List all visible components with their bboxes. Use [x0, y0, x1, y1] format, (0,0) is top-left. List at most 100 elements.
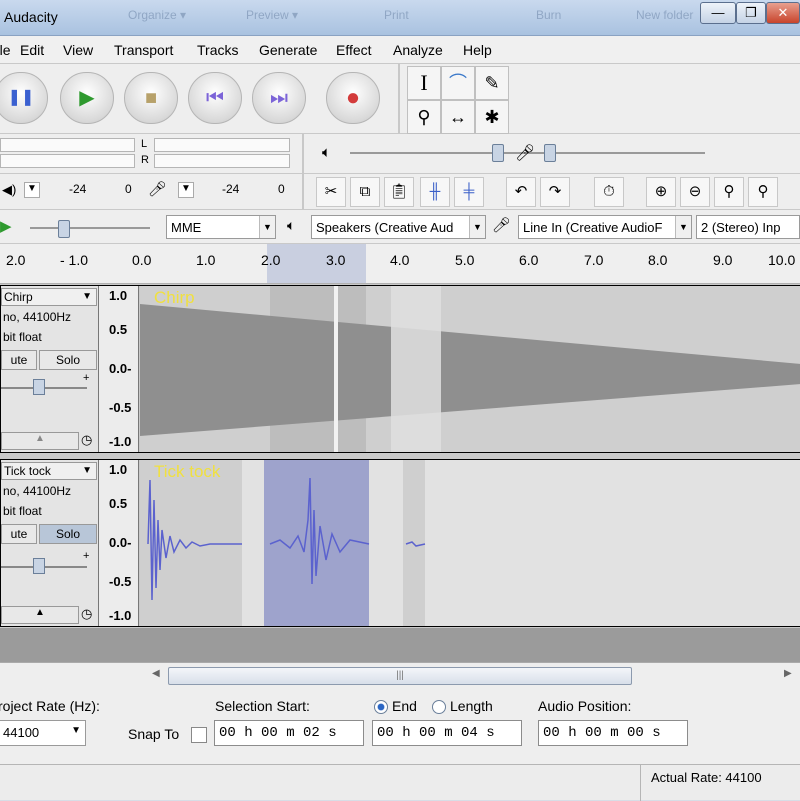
- output-device-select[interactable]: Speakers (Creative Aud ▼: [311, 215, 486, 239]
- menu-transport[interactable]: Transport: [114, 42, 173, 58]
- play-meter-dropdown[interactable]: ▼: [24, 182, 40, 198]
- menu-generate[interactable]: Generate: [259, 42, 317, 58]
- track-name-menu[interactable]: Tick tock ▼: [1, 462, 97, 480]
- title-bar: Audacity Organize ▾ Preview ▾ Print Burn…: [0, 0, 800, 36]
- host-select[interactable]: MME ▼: [166, 215, 276, 239]
- mute-button[interactable]: ute: [1, 350, 37, 370]
- empty-track-area: [0, 628, 800, 662]
- end-radio[interactable]: [374, 700, 388, 714]
- project-rate-select[interactable]: 44100 ▼: [0, 720, 86, 746]
- length-radio[interactable]: [432, 700, 446, 714]
- skip-start-button[interactable]: ⏮: [188, 72, 242, 124]
- draw-tool[interactable]: ✎: [475, 66, 509, 100]
- undo-button[interactable]: ↶: [506, 177, 536, 207]
- play-at-speed-icon[interactable]: ▶: [0, 217, 12, 235]
- fit-selection-button[interactable]: ⚲: [714, 177, 744, 207]
- timeshift-tool[interactable]: ↔: [441, 100, 475, 134]
- close-button[interactable]: ✕: [766, 2, 800, 24]
- track-control-panel[interactable]: Tick tock ▼ no, 44100Hz bit float ute Sol…: [1, 460, 99, 626]
- gain-slider[interactable]: [33, 558, 45, 574]
- horizontal-scrollbar[interactable]: ◀ ||| ▶: [0, 662, 800, 688]
- copy-button[interactable]: ⧉: [350, 177, 380, 207]
- track-name-menu[interactable]: Chirp ▼: [1, 288, 97, 306]
- menu-help[interactable]: Help: [463, 42, 492, 58]
- scroll-right-icon[interactable]: ▶: [784, 668, 792, 679]
- input-device-select[interactable]: Line In (Creative AudioF ▼: [518, 215, 692, 239]
- solo-button[interactable]: Solo: [39, 524, 97, 544]
- redo-button[interactable]: ↷: [540, 177, 570, 207]
- selection-start-field[interactable]: 00 h 00 m 02 s: [214, 720, 364, 746]
- bg-tab-organize: Organize ▾: [128, 8, 187, 22]
- track-waveform-label: Chirp: [154, 288, 195, 307]
- track-chirp: Chirp ▼ no, 44100Hz bit float ute Solo + …: [0, 285, 800, 453]
- selection-tool[interactable]: I: [407, 66, 441, 100]
- solo-button[interactable]: Solo: [39, 350, 97, 370]
- sync-clock-icon: ◷: [81, 432, 93, 447]
- stop-button[interactable]: ■: [124, 72, 178, 124]
- bg-tab-newfolder: New folder: [636, 8, 694, 22]
- length-label: Length: [450, 698, 493, 714]
- pause-icon: ❚❚: [7, 89, 35, 106]
- mute-button[interactable]: ute: [1, 524, 37, 544]
- gain-slider[interactable]: [33, 379, 45, 395]
- audio-position-field[interactable]: 00 h 00 m 00 s: [538, 720, 688, 746]
- speed-slider[interactable]: [58, 220, 70, 238]
- fit-project-button[interactable]: ⚲: [748, 177, 778, 207]
- minimize-button[interactable]: —: [700, 2, 736, 24]
- menu-analyze[interactable]: Analyze: [393, 42, 443, 58]
- menu-tracks[interactable]: Tracks: [197, 42, 238, 58]
- play-volume-slider[interactable]: [492, 144, 504, 162]
- scale-label: 0.5: [109, 496, 128, 511]
- zoom-tool[interactable]: ⚲: [407, 100, 441, 134]
- track-control-panel[interactable]: Chirp ▼ no, 44100Hz bit float ute Solo + …: [1, 286, 99, 452]
- channels-select[interactable]: 2 (Stereo) Inp: [696, 215, 800, 239]
- collapse-button[interactable]: ▲: [1, 432, 79, 450]
- scale-label: 1.0: [109, 462, 128, 477]
- waveform-tick-tock[interactable]: Tick tock: [140, 460, 800, 626]
- chevron-down-icon: ▼: [71, 725, 81, 736]
- zoom-out-button[interactable]: ⊖: [680, 177, 710, 207]
- restore-button[interactable]: ❐: [736, 2, 766, 24]
- cut-button[interactable]: ✂: [316, 177, 346, 207]
- waveform-chirp[interactable]: Chirp: [140, 286, 800, 452]
- menu-edit[interactable]: Edit: [20, 42, 44, 58]
- skip-end-button[interactable]: ⏭: [252, 72, 306, 124]
- scroll-left-icon[interactable]: ◀: [152, 668, 160, 679]
- chirp-waveform-svg: [140, 286, 800, 452]
- channels-value: 2 (Stereo) Inp: [701, 220, 781, 235]
- envelope-tool[interactable]: ⌒: [441, 66, 475, 100]
- zoom-in-button[interactable]: ⊕: [646, 177, 676, 207]
- audio-position-label: Audio Position:: [538, 698, 632, 714]
- snap-to-checkbox[interactable]: [191, 727, 207, 743]
- bg-tab-burn: Burn: [536, 8, 562, 22]
- host-value: MME: [171, 220, 202, 235]
- menu-file[interactable]: File: [0, 42, 11, 58]
- rec-meter-mic-icon: 🎤︎: [148, 181, 168, 198]
- sync-lock-button[interactable]: ⏱: [594, 177, 624, 207]
- copy-icon: ⧉: [359, 183, 371, 200]
- selection-end-field[interactable]: 00 h 00 m 04 s: [372, 720, 522, 746]
- collapse-button[interactable]: ▲: [1, 606, 79, 624]
- menu-effect[interactable]: Effect: [336, 42, 372, 58]
- ruler-tick: 2.0: [6, 252, 26, 268]
- trim-button[interactable]: ╫: [420, 177, 450, 207]
- ibeam-icon: I: [420, 70, 428, 95]
- magnifier-icon: ⚲: [417, 107, 431, 127]
- rec-meter-dropdown[interactable]: ▼: [178, 182, 194, 198]
- multi-tool[interactable]: ✱: [475, 100, 509, 134]
- split-line: [334, 286, 338, 452]
- timeline-ruler[interactable]: 2.0 - 1.0 0.0 1.0 2.0 3.0 4.0 5.0 6.0 7.…: [0, 244, 800, 284]
- rec-volume-slider[interactable]: [544, 144, 556, 162]
- record-icon: ●: [345, 84, 361, 111]
- silence-button[interactable]: ╪: [454, 177, 484, 207]
- scroll-thumb[interactable]: |||: [168, 667, 632, 685]
- paste-button[interactable]: 📋︎: [384, 177, 414, 207]
- zoom-out-icon: ⊖: [688, 183, 702, 200]
- pause-button[interactable]: ❚❚: [0, 72, 48, 124]
- play-button[interactable]: ▶: [60, 72, 114, 124]
- track-format: bit float: [3, 504, 42, 518]
- record-button[interactable]: ●: [326, 72, 380, 124]
- transport-toolbar: ❚❚ ▶ ■ ⏮ ⏭ ● I ⌒ ✎ ⚲ ↔ ✱: [0, 64, 800, 134]
- menu-view[interactable]: View: [63, 42, 93, 58]
- edit-divider: [302, 174, 304, 210]
